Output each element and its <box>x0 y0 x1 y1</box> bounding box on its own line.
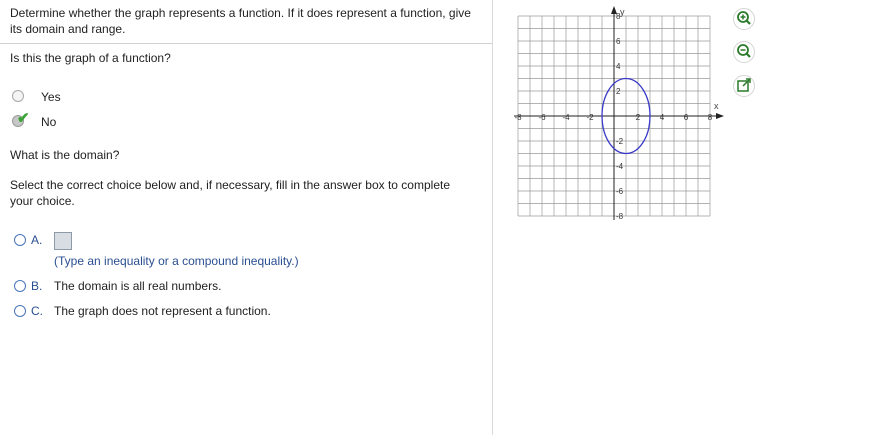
option-no-label: No <box>41 115 57 129</box>
radio-a[interactable] <box>14 234 26 246</box>
popout-icon <box>737 78 751 92</box>
zoom-out-button[interactable] <box>733 41 755 63</box>
y-tick-label: -4 <box>616 162 624 171</box>
coordinate-graph: x y -8 -6 -4 -2 2 4 6 8 8 6 4 2 -2 -4 -6 -8 <box>514 6 724 221</box>
x-tick-label: -2 <box>586 113 594 122</box>
x-tick-label: -4 <box>562 113 570 122</box>
divider <box>0 43 492 44</box>
checkmark-icon: ✔ <box>17 110 30 127</box>
y-tick-label: 2 <box>616 87 621 96</box>
option-yes-label: Yes <box>41 90 61 104</box>
x-tick-label: 4 <box>660 113 665 122</box>
radio-b[interactable] <box>14 280 26 292</box>
y-tick-label: -8 <box>616 212 624 221</box>
choice-a-letter: A. <box>31 233 43 247</box>
question-2: What is the domain? <box>10 148 120 162</box>
popout-button[interactable] <box>733 75 755 97</box>
x-tick-label: 8 <box>708 113 713 122</box>
x-tick-label: -6 <box>538 113 546 122</box>
x-tick-label: 2 <box>636 113 641 122</box>
y-tick-label: -2 <box>616 137 624 146</box>
choice-c-letter: C. <box>31 304 43 318</box>
answer-input[interactable] <box>54 232 72 250</box>
zoom-in-button[interactable] <box>733 8 755 30</box>
choice-b-letter: B. <box>31 279 43 293</box>
choice-b-text: The domain is all real numbers. <box>54 279 222 293</box>
answer-hint: (Type an inequality or a compound inequa… <box>54 254 299 268</box>
x-tick-label: 6 <box>684 113 689 122</box>
zoom-in-icon <box>737 11 751 25</box>
y-tick-label: -6 <box>616 187 624 196</box>
x-tick-label: -8 <box>514 113 522 122</box>
question-prompt: Determine whether the graph represents a… <box>10 6 471 36</box>
y-tick-label: 6 <box>616 37 621 46</box>
y-tick-label: 8 <box>616 12 621 21</box>
zoom-out-icon <box>737 44 751 58</box>
instructions: Select the correct choice below and, if … <box>10 178 450 208</box>
question-1: Is this the graph of a function? <box>10 51 171 65</box>
x-axis-label: x <box>714 101 719 111</box>
radio-yes[interactable] <box>12 90 24 102</box>
y-tick-label: 4 <box>616 62 621 71</box>
y-axis-label: y <box>620 7 625 17</box>
x-axis-arrow <box>716 113 724 119</box>
question-pane: Determine whether the graph represents a… <box>0 0 493 435</box>
radio-c[interactable] <box>14 305 26 317</box>
choice-c-text: The graph does not represent a function. <box>54 304 271 318</box>
